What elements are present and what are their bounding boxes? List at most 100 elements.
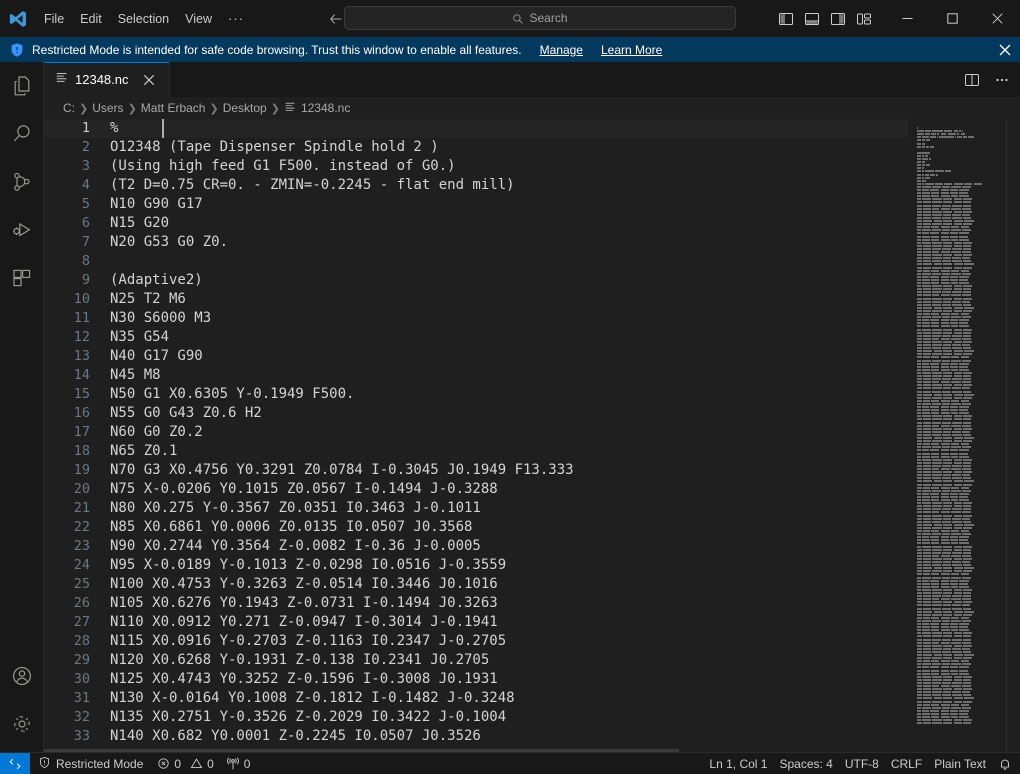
status-ports[interactable]: 0 — [220, 753, 257, 774]
minimap-line-segment — [959, 452, 968, 455]
code-line[interactable]: 9 (Adaptive2) — [44, 271, 908, 290]
menu-edit[interactable]: Edit — [72, 8, 110, 30]
code-line[interactable]: 10 N25 T2 M6 — [44, 290, 908, 309]
layout-sidebar-right-icon[interactable] — [827, 8, 849, 30]
status-restricted-mode[interactable]: Restricted Mode — [30, 753, 151, 774]
code-line[interactable]: 12 N35 G54 — [44, 328, 908, 347]
code-line[interactable]: 21 N80 X0.275 Y-0.3567 Z0.0351 I0.3463 J-… — [44, 499, 908, 518]
code-line[interactable]: 27 N110 X0.0912 Y0.271 Z-0.0947 I-0.3014 … — [44, 613, 908, 632]
minimap-line-segment — [940, 626, 949, 629]
sidebar-item-search[interactable] — [0, 110, 44, 158]
code-line[interactable]: 3 (Using high feed G1 F500. instead of G0… — [44, 157, 908, 176]
editor-eol-status[interactable]: CRLF — [885, 753, 928, 774]
code-line[interactable]: 17 N60 G0 Z0.2 — [44, 423, 908, 442]
layout-sidebar-left-icon[interactable] — [775, 8, 797, 30]
minimap-line-segment — [921, 576, 932, 579]
minimap-line-segment — [922, 641, 932, 644]
bell-icon[interactable] — [992, 753, 1018, 774]
code-line[interactable]: 28 N115 X0.0916 Y-0.2703 Z-0.1163 I0.2347… — [44, 632, 908, 651]
minimize-button[interactable] — [885, 0, 930, 37]
minimap-line-segment — [921, 455, 930, 458]
code-line[interactable]: 23 N90 X0.2744 Y0.3564 Z-0.0082 I-0.36 J-… — [44, 537, 908, 556]
code-text-area[interactable]: 1% 2 O12348 (Tape Dispenser Spindle hold 2… — [44, 119, 908, 752]
minimap-line-segment — [931, 542, 940, 545]
status-problems[interactable]: 0 0 — [151, 753, 219, 774]
code-line[interactable]: 31 N130 X-0.0164 Y0.1008 Z-0.1812 I-0.148… — [44, 689, 908, 708]
editor-language-status[interactable]: Plain Text — [928, 753, 992, 774]
ellipsis-icon[interactable] — [988, 67, 1016, 93]
remote-window-icon[interactable] — [0, 753, 30, 774]
menu-overflow-button[interactable]: ··· — [220, 8, 252, 30]
layout-panel-bottom-icon[interactable] — [801, 8, 823, 30]
minimap-line-segment — [932, 130, 943, 133]
minimap[interactable] — [908, 119, 1020, 752]
sidebar-item-run-and-debug[interactable] — [0, 206, 44, 254]
code-line-text: N100 X0.4753 Y-0.3263 Z-0.0514 I0.3446 J… — [110, 576, 498, 592]
code-line[interactable]: 20 N75 X-0.0206 Y0.1015 Z0.0567 I-0.1494 … — [44, 480, 908, 499]
sidebar-item-source-control[interactable] — [0, 158, 44, 206]
code-line[interactable]: 6 N15 G20 — [44, 214, 908, 233]
minimap-line-segment — [942, 288, 953, 291]
menu-view[interactable]: View — [177, 8, 220, 30]
minimap-line-segment — [932, 604, 942, 607]
code-editor[interactable]: 1% 2 O12348 (Tape Dispenser Spindle hold 2… — [44, 119, 1020, 752]
code-line[interactable]: 22 N85 X0.6861 Y0.0006 Z0.0135 I0.0507 J0… — [44, 518, 908, 537]
code-line[interactable]: 5 N10 G90 G17 — [44, 195, 908, 214]
minimap-line-segment — [950, 409, 959, 412]
code-line[interactable]: 30 N125 X0.4743 Y0.3252 Z-0.1596 I-0.3008… — [44, 670, 908, 689]
breadcrumb-item-3[interactable]: Desktop — [223, 101, 267, 115]
code-line[interactable]: 16 N55 G0 G43 Z0.6 H2 — [44, 404, 908, 423]
editor-indentation-status[interactable]: Spaces: 4 — [773, 753, 838, 774]
code-line[interactable]: 2 O12348 (Tape Dispenser Spindle hold 2 ) — [44, 138, 908, 157]
sidebar-item-explorer[interactable] — [0, 62, 44, 110]
code-line[interactable]: 25 N100 X0.4753 Y-0.3263 Z-0.0514 I0.3446… — [44, 575, 908, 594]
code-line[interactable]: 8 — [44, 252, 908, 271]
minimap-line-segment — [921, 415, 932, 418]
horizontal-scrollbar[interactable] — [44, 749, 1006, 752]
search-input[interactable]: Search — [344, 6, 736, 30]
code-line[interactable]: 14 N45 M8 — [44, 366, 908, 385]
gear-icon[interactable] — [0, 700, 44, 748]
minimap-line-segment — [917, 300, 922, 303]
sidebar-item-extensions[interactable] — [0, 254, 44, 302]
close-button[interactable] — [975, 0, 1020, 37]
editor-encoding-status[interactable]: UTF-8 — [839, 753, 885, 774]
maximize-button[interactable] — [930, 0, 975, 37]
code-line[interactable]: 33 N140 X0.682 Y0.0001 Z-0.2245 I0.0507 J… — [44, 727, 908, 746]
banner-link-manage[interactable]: Manage — [540, 43, 583, 57]
breadcrumb-item-2[interactable]: Matt Erbach — [141, 101, 206, 115]
minimap-line-segment — [950, 235, 959, 238]
code-line[interactable]: 26 N105 X0.6276 Y0.1943 Z-0.0731 I-0.1494… — [44, 594, 908, 613]
minimap-line-segment — [959, 278, 968, 281]
menu-selection[interactable]: Selection — [110, 8, 177, 30]
tab-12348-nc[interactable]: 12348.nc — [44, 62, 170, 97]
code-line[interactable]: 29 N120 X0.6268 Y-0.1931 Z-0.138 I0.2341 … — [44, 651, 908, 670]
banner-close-icon[interactable] — [995, 40, 1014, 59]
breadcrumb-item-file[interactable]: 12348.nc — [284, 100, 350, 116]
breadcrumb-item-1[interactable]: Users — [92, 101, 123, 115]
breadcrumb-item-0[interactable]: C: — [63, 101, 75, 115]
split-editor-icon[interactable] — [958, 67, 986, 93]
layout-customize-icon[interactable] — [853, 8, 875, 30]
code-line[interactable]: 24 N95 X-0.0189 Y-0.1013 Z-0.0298 I0.0516… — [44, 556, 908, 575]
horizontal-scrollbar-thumb[interactable] — [44, 749, 679, 752]
minimap-slider[interactable] — [1006, 119, 1020, 752]
code-line[interactable]: 7 N20 G53 G0 Z0. — [44, 233, 908, 252]
minimap-line-segment — [953, 601, 962, 604]
code-line-text: N140 X0.682 Y0.0001 Z-0.2245 I0.0507 J0.… — [110, 728, 481, 744]
code-line[interactable]: 1% — [44, 119, 908, 138]
menu-file[interactable]: File — [36, 8, 72, 30]
account-icon[interactable] — [0, 652, 44, 700]
tab-close-icon[interactable] — [139, 70, 159, 90]
code-line[interactable]: 11 N30 S6000 M3 — [44, 309, 908, 328]
code-line[interactable]: 15 N50 G1 X0.6305 Y-0.1949 F500. — [44, 385, 908, 404]
minimap-line-segment — [922, 592, 932, 594]
banner-link-learn-more[interactable]: Learn More — [601, 43, 662, 57]
editor-selection-status[interactable]: Ln 1, Col 1 — [703, 753, 773, 774]
code-line[interactable]: 32 N135 X0.2751 Y-0.3526 Z-0.2029 I0.3422… — [44, 708, 908, 727]
code-line[interactable]: 19 N70 G3 X0.4756 Y0.3291 Z0.0784 I-0.304… — [44, 461, 908, 480]
code-line[interactable]: 18 N65 Z0.1 — [44, 442, 908, 461]
minimap-line-segment — [951, 313, 960, 315]
code-line[interactable]: 13 N40 G17 G90 — [44, 347, 908, 366]
code-line[interactable]: 4 (T2 D=0.75 CR=0. - ZMIN=-0.2245 - flat … — [44, 176, 908, 195]
